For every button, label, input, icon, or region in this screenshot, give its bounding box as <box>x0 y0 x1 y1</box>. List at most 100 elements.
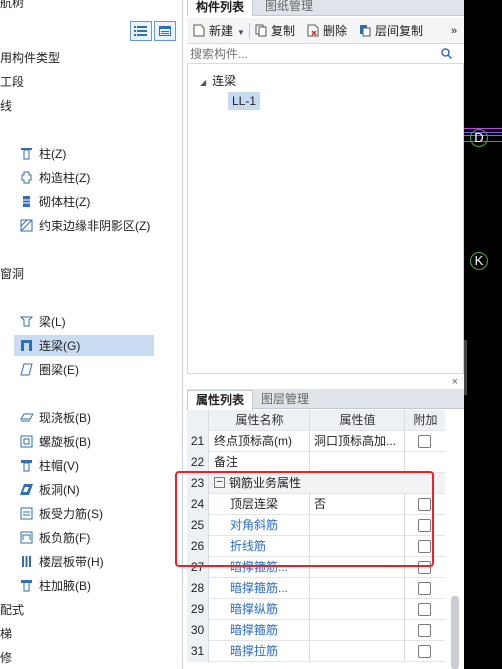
tree-item-construct-column[interactable]: 构造柱(Z) <box>0 166 182 190</box>
component-group[interactable]: ◢ 连梁 <box>200 72 236 89</box>
component-item[interactable]: LL-1 <box>228 92 261 110</box>
view-toggle-group <box>130 21 178 41</box>
tree-item-label: 装配式 <box>0 603 25 617</box>
tree-item-cast-slab[interactable]: 现浇板(B) <box>0 406 182 430</box>
extra-checkbox[interactable] <box>418 645 431 658</box>
table-row[interactable]: 29 暗撑纵筋 <box>187 599 445 620</box>
tree-item-slab-hole[interactable]: 板洞(N) <box>0 478 182 502</box>
table-row[interactable]: 28 暗撑箍筋... <box>187 578 445 599</box>
column-icon <box>21 148 32 160</box>
table-row[interactable]: 31 暗撑拉筋 <box>187 641 445 662</box>
component-toolbar: 新建 ▼ 复制 删除 层间复制 » <box>187 18 464 44</box>
tree-item-decoration[interactable]: 装修 <box>0 646 182 669</box>
property-name: 暗撑纵筋 <box>210 599 310 620</box>
close-icon[interactable]: × <box>452 376 458 388</box>
tree-item-label: 板负筋(F) <box>39 531 91 545</box>
tree-item-axis[interactable]: 轴线 <box>0 94 182 118</box>
slab-rebar-icon <box>20 507 33 520</box>
selection-highlight <box>14 335 154 356</box>
tree-item-beam[interactable]: 梁 <box>0 286 182 310</box>
delete-button[interactable]: 删除 <box>307 22 347 40</box>
property-value[interactable] <box>311 620 405 641</box>
axis-marker-d[interactable]: D <box>470 129 488 147</box>
new-button[interactable]: 新建 ▼ <box>193 22 245 40</box>
tree-item-column-z[interactable]: 柱(Z) <box>0 142 182 166</box>
header-value: 属性值 <box>311 410 405 431</box>
floor-copy-button[interactable]: 层间复制 <box>359 22 423 40</box>
tree-item-label: 板受力筋(S) <box>39 507 103 521</box>
extra-cell <box>406 599 445 620</box>
extra-cell <box>406 578 445 599</box>
tree-item-coupling-beam[interactable]: 连梁(G) <box>0 334 182 358</box>
header-name: 属性名称 <box>210 410 310 431</box>
tree-item-construction-section[interactable]: 施工段 <box>0 70 182 94</box>
tree-item-ring-beam[interactable]: 圈梁(E) <box>0 358 182 382</box>
row-number: 21 <box>187 431 209 452</box>
property-value[interactable] <box>311 578 405 599</box>
property-name: 暗撑拉筋 <box>210 641 310 662</box>
tree-item-wall[interactable]: 墙 <box>0 238 182 262</box>
toolbar-overflow-button[interactable]: » <box>451 22 457 40</box>
ring-beam-icon <box>20 363 33 376</box>
extra-checkbox[interactable] <box>418 435 431 448</box>
collapse-triangle-icon[interactable]: ◢ <box>200 78 206 87</box>
tree-item-column[interactable]: 柱 <box>0 118 182 142</box>
tree-item-door-window[interactable]: 门窗洞 <box>0 262 182 286</box>
extra-cell <box>406 452 445 473</box>
search-input[interactable] <box>187 44 437 63</box>
search-icon[interactable] <box>441 48 452 59</box>
copy-button-label: 复制 <box>271 24 296 38</box>
floor-copy-button-label: 层间复制 <box>375 24 424 38</box>
tree-item-label: 柱(Z) <box>39 147 67 161</box>
tab-property-list[interactable]: 属性列表 <box>187 390 254 410</box>
property-value[interactable] <box>311 452 405 473</box>
tree-item-column-cap[interactable]: 柱帽(V) <box>0 454 182 478</box>
tree-item-slab-rebar[interactable]: 板受力筋(S) <box>0 502 182 526</box>
tree-item-common-types[interactable]: 常用构件类型 <box>0 46 182 70</box>
drawing-canvas[interactable]: D K <box>464 0 502 669</box>
property-value[interactable] <box>311 641 405 662</box>
property-name: 暗撑箍筋... <box>210 578 310 599</box>
masonry-column-icon <box>23 196 30 208</box>
tab-component-list[interactable]: 构件列表 <box>187 0 254 16</box>
tree-item-masonry-column[interactable]: 砌体柱(Z) <box>0 190 182 214</box>
tree-item-prefab[interactable]: 装配式 <box>0 598 182 622</box>
extra-checkbox[interactable] <box>418 603 431 616</box>
tree-item-floor-strip[interactable]: 楼层板带(H) <box>0 550 182 574</box>
table-row[interactable]: 21 终点顶标高(m) 洞口顶标高加... <box>187 431 445 452</box>
beam-icon <box>20 316 33 327</box>
table-row[interactable]: 30 暗撑箍筋 <box>187 620 445 641</box>
extra-cell <box>406 431 445 452</box>
dropdown-arrow-icon[interactable]: ▼ <box>237 28 245 37</box>
property-value[interactable]: 洞口顶标高加... <box>311 431 405 452</box>
tree-item-boundary-region[interactable]: 约束边缘非阴影区(Z) <box>0 214 182 238</box>
list-view-icon[interactable] <box>130 21 152 41</box>
extra-checkbox[interactable] <box>418 624 431 637</box>
tree-item-label: 楼梯 <box>0 627 13 641</box>
tree-item-column-haunch[interactable]: 柱加腋(B) <box>0 574 182 598</box>
property-scrollbar[interactable] <box>451 596 459 669</box>
panel-title: 导航树 <box>0 0 25 10</box>
construct-column-icon <box>21 171 32 184</box>
extra-checkbox[interactable] <box>418 582 431 595</box>
copy-button[interactable]: 复制 <box>255 22 295 40</box>
tree-item-label: 圈梁(E) <box>39 363 79 377</box>
table-row[interactable]: 22 备注 <box>187 452 445 473</box>
floor-strip-icon <box>22 556 31 568</box>
tree-item-beam-l[interactable]: 梁(L) <box>0 310 182 334</box>
tab-layer-management[interactable]: 图层管理 <box>253 390 317 410</box>
tree-item-label: 螺旋板(B) <box>39 435 91 449</box>
table-header-row: 属性名称 属性值 附加 <box>187 410 445 431</box>
tree-item-slab[interactable]: 板 <box>0 382 182 406</box>
tree-item-slab-neg-rebar[interactable]: 板负筋(F) <box>0 526 182 550</box>
tree-item-spiral-slab[interactable]: 螺旋板(B) <box>0 430 182 454</box>
canvas-splitter[interactable] <box>464 340 467 395</box>
axis-marker-k[interactable]: K <box>470 252 488 270</box>
tree-item-label: 轴线 <box>0 99 13 113</box>
property-value[interactable] <box>311 599 405 620</box>
tree-item-stairs[interactable]: 楼梯 <box>0 622 182 646</box>
card-view-icon[interactable] <box>154 21 176 41</box>
component-tabbar: 构件列表 图纸管理 <box>187 0 464 16</box>
row-number: 28 <box>187 578 209 599</box>
tab-drawing-management[interactable]: 图纸管理 <box>257 0 321 16</box>
